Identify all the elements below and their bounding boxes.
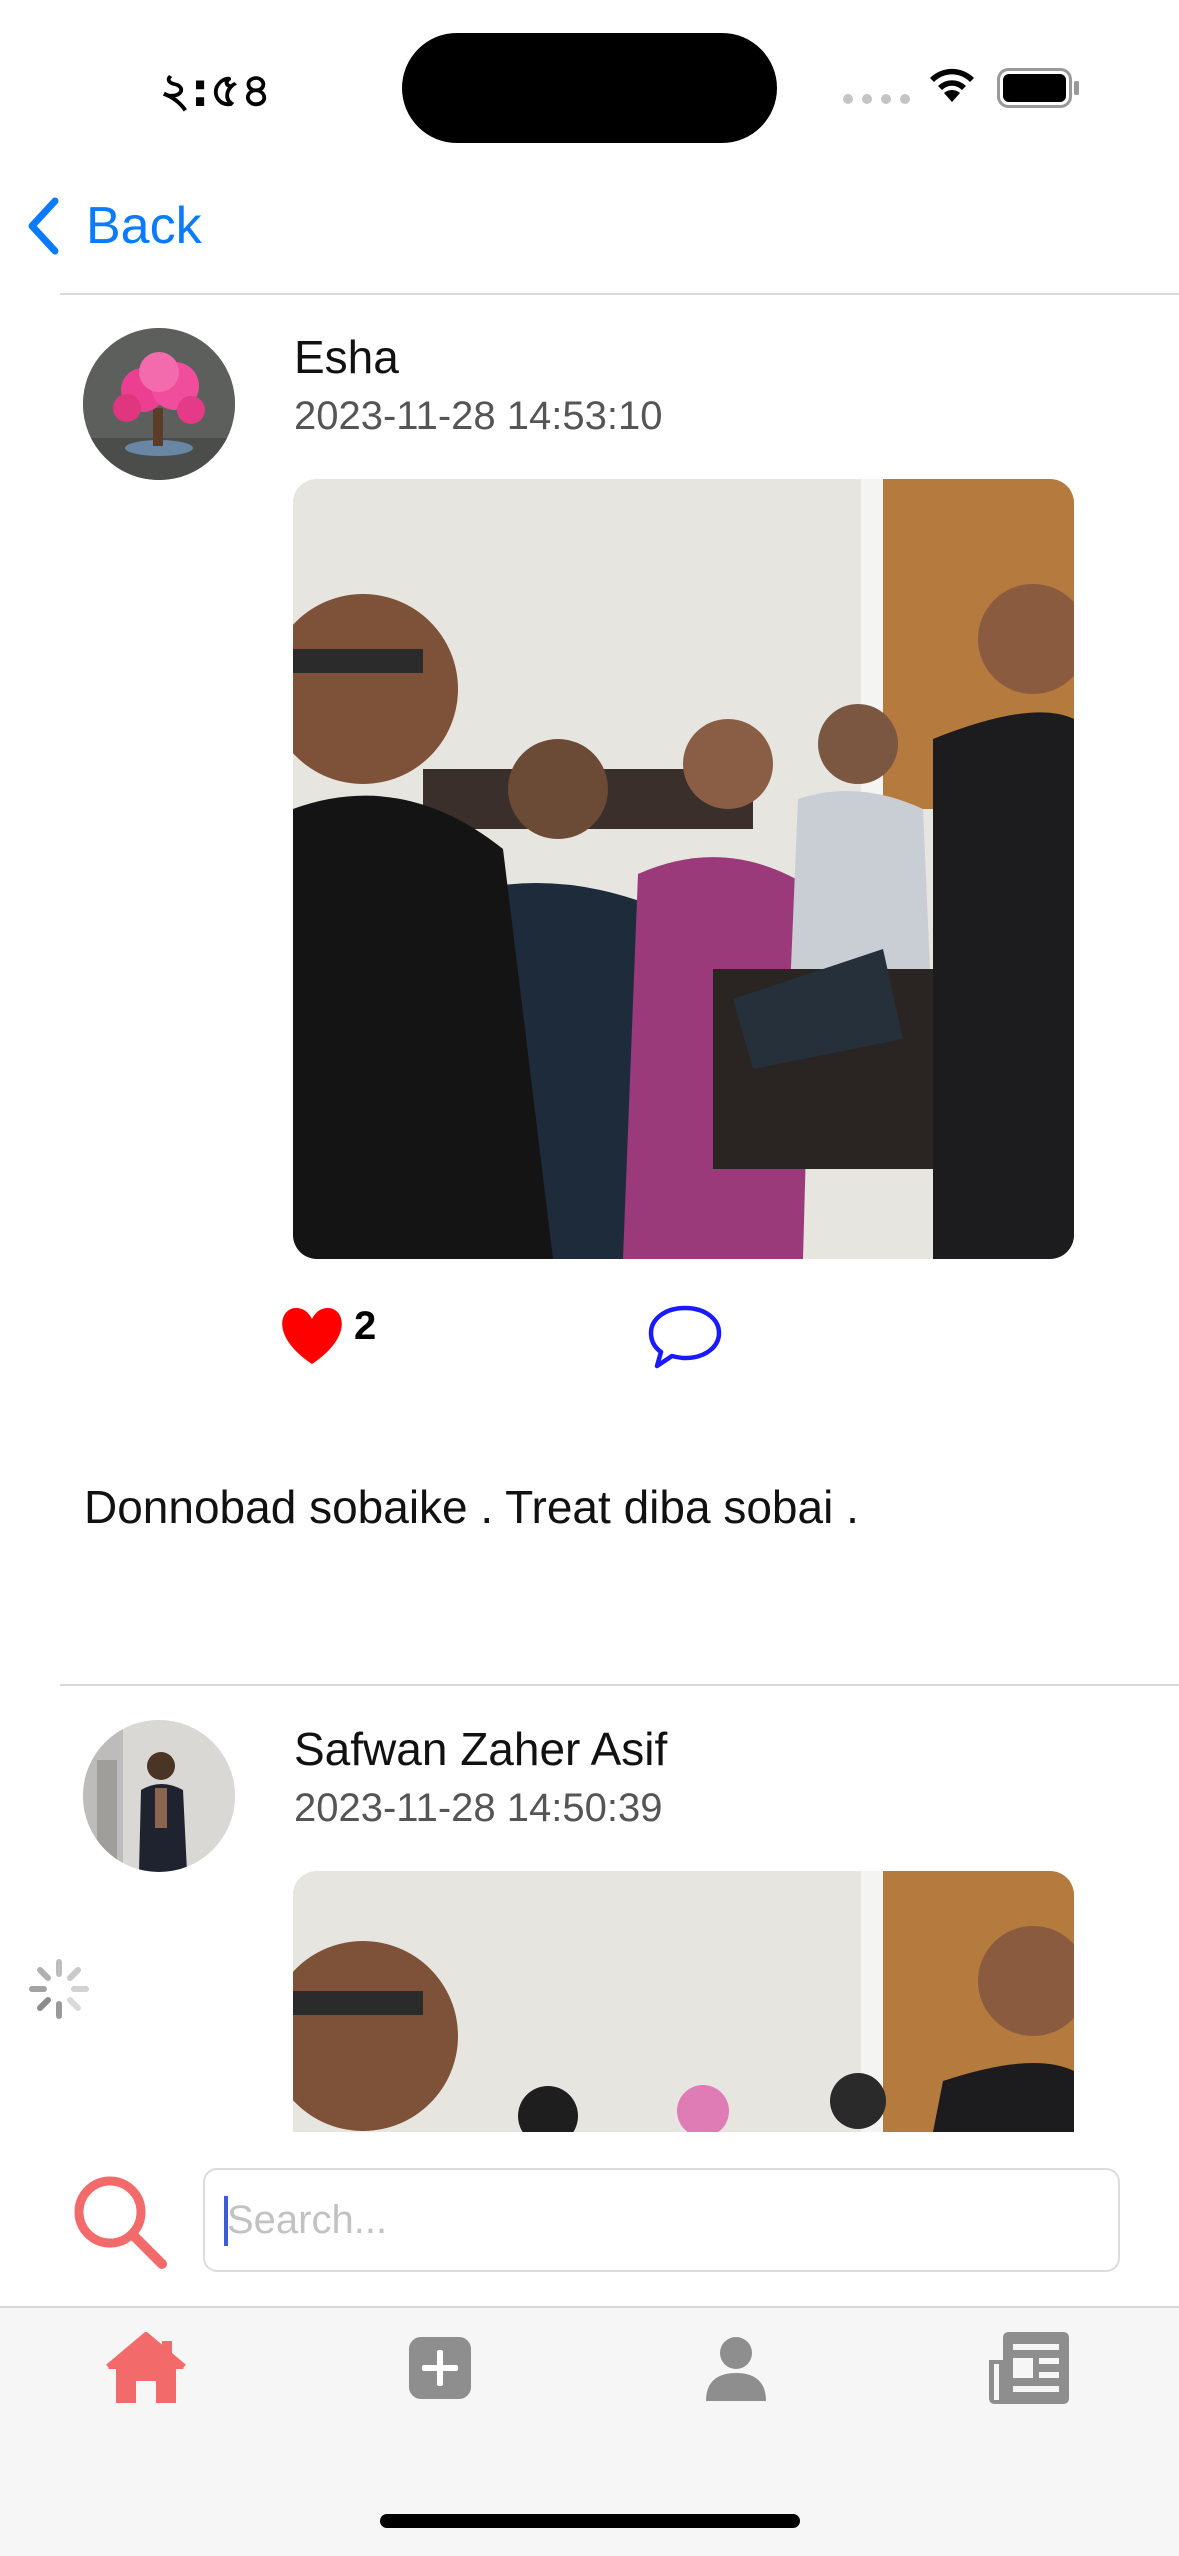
comment-icon[interactable]: [647, 1304, 723, 1370]
tab-profile[interactable]: [676, 2318, 796, 2418]
battery-icon: [997, 68, 1079, 108]
post-photo[interactable]: [293, 1871, 1074, 2132]
avatar-image: [83, 328, 235, 480]
post-timestamp: 2023-11-28 14:53:10: [294, 394, 663, 438]
like-count: 2: [354, 1304, 377, 1348]
post-timestamp: 2023-11-28 14:50:39: [294, 1786, 663, 1830]
post-author[interactable]: Safwan Zaher Asif: [294, 1722, 667, 1776]
back-button[interactable]: Back: [26, 196, 202, 256]
status-time: ২:৫৪: [160, 63, 273, 117]
divider: [60, 293, 1179, 295]
back-label: Back: [86, 197, 202, 255]
tab-news[interactable]: [969, 2318, 1089, 2418]
divider: [60, 1684, 1179, 1686]
tab-home[interactable]: [86, 2318, 206, 2418]
wifi-icon: [930, 68, 974, 102]
add-post-icon: [409, 2337, 471, 2399]
home-icon: [106, 2332, 186, 2403]
loading-spinner-icon: [29, 1959, 89, 2019]
avatar[interactable]: [83, 328, 235, 480]
like-heart-icon[interactable]: [278, 1306, 346, 1366]
post-author[interactable]: Esha: [294, 330, 399, 384]
home-indicator: [380, 2514, 800, 2528]
tab-add-post[interactable]: [380, 2318, 500, 2418]
text-cursor: [224, 2196, 228, 2246]
news-icon: [989, 2332, 1069, 2404]
avatar[interactable]: [83, 1720, 235, 1872]
avatar-image: [83, 1720, 235, 1872]
dynamic-island: [402, 33, 777, 143]
cellular-signal-icon: [843, 94, 910, 104]
post-text: Donnobad sobaike . Treat diba sobai .: [84, 1481, 859, 1533]
search-icon[interactable]: [70, 2172, 170, 2272]
search-input[interactable]: [203, 2168, 1120, 2272]
post-photo[interactable]: [293, 479, 1074, 1259]
chevron-left-icon: [28, 197, 59, 255]
profile-icon: [706, 2337, 766, 2401]
